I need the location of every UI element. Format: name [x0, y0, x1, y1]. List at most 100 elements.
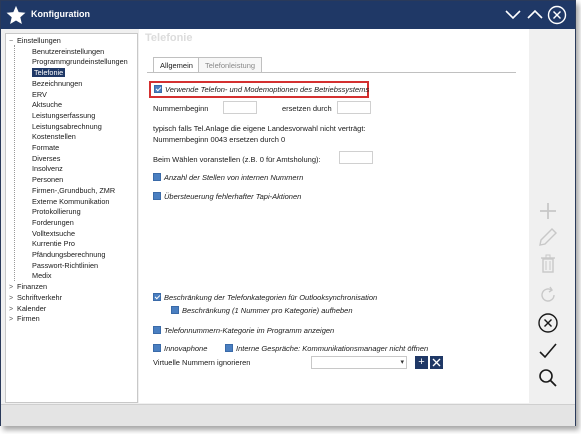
trash-icon[interactable]: [537, 253, 559, 275]
title-bar: Konfiguration: [1, 1, 575, 29]
tree-item-label: Insolvenz: [32, 164, 63, 174]
tree-item-label: Passwort-Richtlinien: [32, 260, 99, 270]
add-number-button[interactable]: +: [415, 356, 428, 369]
chevron-up-icon[interactable]: [525, 5, 545, 25]
check-icon[interactable]: [537, 340, 559, 362]
tree-item-label: Einstellungen: [17, 36, 61, 45]
tree-item-label: Programmgrundeinstellungen: [32, 57, 128, 67]
configuration-window: Konfiguration − Einstellungen Benutzereins…: [0, 0, 576, 426]
tree-item[interactable]: − Einstellungen: [9, 35, 61, 46]
window-title: Konfiguration: [31, 9, 90, 19]
tree-item-label: Protokollierung: [32, 207, 81, 217]
tree-item[interactable]: Medix: [32, 270, 51, 281]
tab-allgemein[interactable]: Allgemein: [153, 57, 200, 73]
chevron-down-icon[interactable]: [503, 5, 523, 25]
tree-item[interactable]: Protokollierung: [32, 206, 81, 217]
tree-item[interactable]: Programmgrundeinstellungen: [32, 56, 128, 67]
pencil-icon[interactable]: [537, 226, 559, 248]
tree-item[interactable]: Diverses: [32, 153, 60, 164]
use-modem-option[interactable]: Verwende Telefon- und Modemoptionen des …: [154, 85, 369, 94]
internal-digits-option[interactable]: Anzahl der Stellen von internen Nummern: [153, 173, 303, 182]
tree-item[interactable]: Kurrentie Pro: [32, 238, 75, 249]
internal-calls-checkbox[interactable]: [225, 344, 233, 352]
tree-item[interactable]: Externe Kommunikation: [32, 196, 109, 207]
tree-item[interactable]: > Firmen: [9, 313, 40, 324]
tree-item[interactable]: Leistungserfassung: [32, 110, 95, 121]
x-icon: [432, 358, 441, 367]
tree-item-label: Volltextsuche: [32, 228, 75, 238]
tapi-label: Übersteuerung fehlerhafter Tapi-Aktionen: [164, 192, 302, 201]
status-bar: [1, 404, 575, 426]
tree-item-label: Pfändungsberechnung: [32, 250, 106, 259]
tree-item-label: Forderungen: [32, 217, 74, 227]
outlook-restrict-sub-option[interactable]: Beschränkung (1 Nummer pro Kategorie) au…: [171, 306, 353, 315]
ersetzen-input[interactable]: [337, 101, 371, 114]
tree-item-label: Formate: [32, 143, 60, 152]
internal-digits-checkbox[interactable]: [153, 173, 161, 181]
virtual-numbers-select[interactable]: ▾: [311, 356, 407, 369]
cancel-icon[interactable]: [537, 312, 559, 334]
nummernbeginn-input[interactable]: [223, 101, 257, 114]
tree-item-label: Telefonie: [32, 68, 66, 78]
use-modem-checkbox[interactable]: [154, 85, 162, 93]
tree-item[interactable]: > Kalender: [9, 303, 46, 314]
tree-item[interactable]: Benutzereinstellungen: [32, 46, 104, 57]
tree-item[interactable]: Forderungen: [32, 217, 74, 228]
tree-item-label: Externe Kommunikation: [32, 196, 110, 206]
tree-item[interactable]: Firmen-,Grundbuch, ZMR: [32, 185, 115, 196]
plus-icon[interactable]: [537, 200, 559, 222]
tree-item[interactable]: Telefonie: [32, 67, 66, 78]
tree-item-label: Finanzen: [17, 282, 48, 292]
tree-item[interactable]: ERV: [32, 89, 47, 100]
outlook-restrict-checkbox[interactable]: [153, 293, 161, 301]
tree-item[interactable]: Volltextsuche: [32, 228, 75, 239]
expand-icon[interactable]: >: [9, 314, 17, 325]
tree-item[interactable]: Personen: [32, 174, 63, 185]
show-category-checkbox[interactable]: [153, 326, 161, 334]
tree-item[interactable]: Bezeichnungen: [32, 78, 82, 89]
collapse-icon[interactable]: −: [9, 36, 17, 47]
search-icon[interactable]: [537, 367, 559, 389]
outlook-restrict-sub-checkbox[interactable]: [171, 306, 179, 314]
prefix-label: Beim Wählen voranstellen (z.B. 0 für Amt…: [153, 155, 321, 164]
tree-item[interactable]: Pfändungsberechnung: [32, 249, 105, 260]
tree-item[interactable]: Aktsuche: [32, 99, 62, 110]
tree-item-label: Bezeichnungen: [32, 78, 83, 88]
section-title: Telefonie: [145, 32, 193, 44]
innovaphone-checkbox[interactable]: [153, 344, 161, 352]
tree-item[interactable]: Passwort-Richtlinien: [32, 260, 98, 271]
close-icon[interactable]: [547, 5, 567, 25]
tapi-option[interactable]: Übersteuerung fehlerhafter Tapi-Aktionen: [153, 192, 301, 201]
innovaphone-option[interactable]: Innovaphone: [153, 344, 207, 353]
ersetzen-label: ersetzen durch: [282, 104, 332, 113]
outlook-restrict-sub-label: Beschränkung (1 Nummer pro Kategorie) au…: [182, 306, 353, 315]
internal-calls-label: Interne Gespräche: Kommunikationsmanager…: [236, 344, 429, 353]
remove-number-button[interactable]: [430, 356, 443, 369]
tree-item-label: Kalender: [17, 303, 47, 313]
tab-telefonleistung[interactable]: Telefonleistung: [198, 57, 263, 73]
tree-item[interactable]: Insolvenz: [32, 163, 63, 174]
tree-item[interactable]: > Finanzen: [9, 281, 47, 292]
use-modem-label: Verwende Telefon- und Modemoptionen des …: [165, 85, 370, 94]
hint-line-2: Nummernbeginn 0043 ersetzen durch 0: [153, 135, 286, 144]
prefix-input[interactable]: [339, 151, 373, 164]
tree-item[interactable]: Formate: [32, 142, 59, 153]
show-category-option[interactable]: Telefonnummern-Kategorie im Programm anz…: [153, 326, 334, 335]
tree-item-label: Firmen: [17, 314, 40, 324]
internal-calls-option[interactable]: Interne Gespräche: Kommunikationsmanager…: [225, 344, 428, 353]
tree-item[interactable]: Kostenstellen: [32, 131, 76, 142]
tree-item-label: Medix: [32, 271, 52, 281]
tapi-checkbox[interactable]: [153, 192, 161, 200]
innovaphone-label: Innovaphone: [164, 344, 208, 353]
internal-digits-label: Anzahl der Stellen von internen Nummern: [164, 173, 304, 182]
refresh-icon[interactable]: [537, 284, 559, 306]
tree-item-label: Personen: [32, 175, 64, 185]
outlook-restrict-option[interactable]: Beschränkung der Telefonkategorien für O…: [153, 293, 377, 302]
tree-item[interactable]: > Schriftverkehr: [9, 292, 62, 303]
tree-item-label: Kostenstellen: [32, 132, 76, 142]
nummernbeginn-label: Nummernbeginn: [153, 104, 209, 113]
tree-item[interactable]: Leistungsabrechnung: [32, 121, 102, 132]
settings-tree: − Einstellungen Benutzereinstellungen Progr…: [5, 33, 138, 403]
tree-item-label: Leistungserfassung: [32, 110, 96, 120]
tree-item-label: Firmen-,Grundbuch, ZMR: [32, 185, 116, 195]
